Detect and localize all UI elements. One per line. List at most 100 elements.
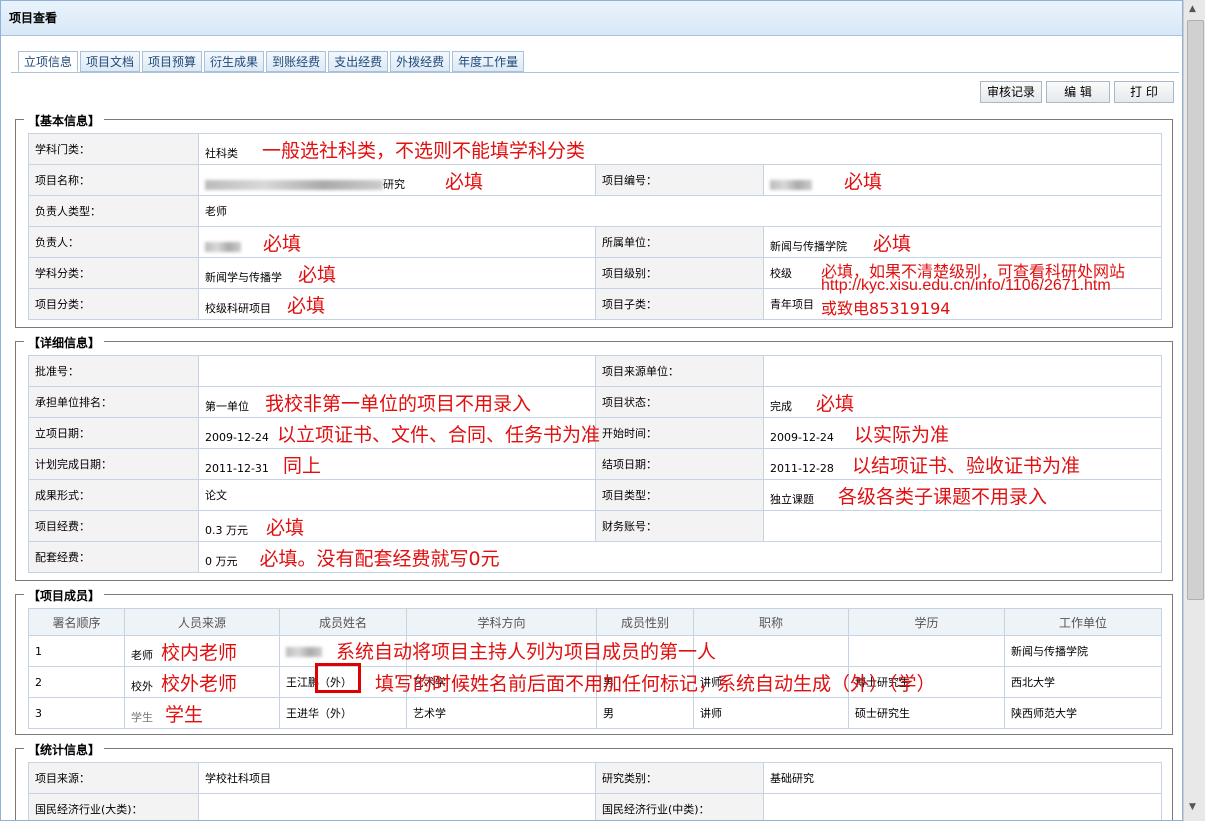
level-note-2: http://kyc.xisu.edu.cn/info/1106/2671.ht… [821, 277, 1111, 294]
project-name-label: 项目名称： [28, 164, 199, 196]
funds-cell: 0.3 万元 必填 [198, 510, 596, 542]
project-no-cell: 必填 [762, 164, 1163, 196]
industry-big-label: 国民经济行业(大类)： [28, 793, 199, 820]
scroll-down-icon[interactable]: ▼ [1189, 802, 1196, 812]
category-label: 项目分类： [28, 288, 199, 320]
member-education: 硕士研究生 [848, 697, 1005, 729]
level-label: 项目级别： [595, 257, 764, 289]
tab-received-funds[interactable]: 到账经费 [266, 51, 327, 72]
member-row2-note: 填写的时候姓名前后面不用加任何标记，系统自动生成（外）（学） [375, 673, 936, 695]
unit-rank-cell: 第一单位 我校非第一单位的项目不用录入 [198, 386, 596, 418]
members-section: 【项目成员】 署名顺序 人员来源 成员姓名 学科方向 成员性别 职称 学历 工作… [15, 587, 1173, 735]
member-name: 王进华（外） [279, 697, 407, 729]
funds-label: 项目经费： [28, 510, 199, 542]
tab-annual-workload[interactable]: 年度工作量 [452, 51, 525, 72]
project-no-label: 项目编号： [595, 164, 764, 196]
stats-section: 【统计信息】 项目来源： 学校社科项目 研究类别： 基础研究 国民经济行业(大类… [15, 741, 1173, 820]
status-label: 项目状态： [595, 386, 764, 418]
plan-end-note: 同上 [282, 454, 321, 477]
tab-allocated-funds[interactable]: 外拨经费 [390, 51, 451, 72]
plan-end-cell: 2011-12-31 同上 [198, 448, 596, 480]
detail-info-section: 【详细信息】 批准号： 项目来源单位： 承担单位排名： 第一单位 我校非第一单位的… [15, 334, 1173, 581]
member-source-cell: 学生 学生 [124, 697, 280, 729]
tab-documents[interactable]: 项目文档 [80, 51, 141, 72]
source-unit-value [763, 355, 1162, 387]
stats-source-value: 学校社科项目 [198, 762, 596, 794]
funds-note: 必填 [266, 516, 305, 539]
setup-date-value: 2009-12-24 [205, 430, 269, 444]
project-name-value: 研究 [383, 177, 405, 191]
status-cell: 完成 必填 [763, 386, 1162, 418]
project-type-cell: 独立课题 各级各类子课题不用录入 [763, 479, 1162, 511]
discipline-category-cell: 社科类 一般选社科类，不选则不能填学科分类 [197, 133, 1163, 165]
member-order: 2 [28, 666, 125, 698]
start-date-label: 开始时间： [595, 417, 764, 449]
category-note: 必填 [287, 294, 326, 317]
member-source: 学生 [131, 710, 153, 724]
project-type-note: 各级各类子课题不用录入 [838, 485, 1048, 508]
setup-date-cell: 2009-12-24 以立项证书、文件、合同、任务书为准 [198, 417, 600, 449]
unit-rank-value: 第一单位 [205, 399, 249, 413]
detail-info-legend: 【详细信息】 [24, 334, 105, 351]
unit-rank-label: 承担单位排名： [28, 386, 199, 418]
subcategory-label: 项目子类： [595, 288, 764, 320]
member-title [693, 635, 849, 667]
edit-button[interactable]: 编 辑 [1046, 81, 1110, 103]
print-button[interactable]: 打 印 [1114, 81, 1174, 103]
end-date-cell: 2011-12-28 以结项证书、验收证书为准 [763, 448, 1162, 480]
window-title: 项目查看 [9, 11, 58, 25]
tab-budget[interactable]: 项目预算 [142, 51, 203, 72]
member-source: 校外 [131, 679, 153, 693]
redacted-leader [205, 241, 241, 252]
member-row1-note: 系统自动将项目主持人列为项目成员的第一人 [336, 641, 717, 663]
source-unit-label: 项目来源单位： [595, 355, 764, 387]
audit-record-button[interactable]: 审核记录 [980, 81, 1042, 103]
category-value: 校级科研项目 [205, 301, 271, 315]
approval-no-value [198, 355, 596, 387]
toolbar: 审核记录 编 辑 打 印 [980, 81, 1174, 103]
col-order: 署名顺序 [28, 608, 125, 636]
detail-info-table: 批准号： 项目来源单位： 承担单位排名： 第一单位 我校非第一单位的项目不用录入 … [28, 355, 1162, 573]
level-note-3: 或致电85319194 [821, 299, 951, 318]
tab-derived-results[interactable]: 衍生成果 [204, 51, 265, 72]
end-date-value: 2011-12-28 [770, 461, 834, 475]
tab-setup-info[interactable]: 立项信息 [18, 51, 79, 72]
project-type-label: 项目类型： [595, 479, 764, 511]
tab-expense-funds[interactable]: 支出经费 [328, 51, 389, 72]
subject-cell: 新闻学与传播学 必填 [198, 257, 596, 289]
member-direction: 艺术学 [406, 697, 597, 729]
unit-note: 必填 [873, 232, 912, 255]
project-type-value: 独立课题 [770, 492, 814, 506]
scrollbar-thumb[interactable] [1187, 20, 1204, 600]
project-view-window: 项目查看 立项信息 项目文档 项目预算 衍生成果 到账经费 支出经费 外拨经费 … [0, 0, 1183, 821]
discipline-category-label: 学科门类： [28, 133, 199, 165]
research-type-label: 研究类别： [595, 762, 764, 794]
member-source: 老师 [131, 648, 153, 662]
unit-rank-note: 我校非第一单位的项目不用录入 [265, 392, 532, 415]
unit-value: 新闻与传播学院 [770, 239, 847, 253]
member-order: 1 [28, 635, 125, 667]
member-work-unit: 新闻与传播学院 [1004, 635, 1162, 667]
member-education [848, 635, 1005, 667]
members-header-row: 署名顺序 人员来源 成员姓名 学科方向 成员性别 职称 学历 工作单位 [28, 608, 1162, 636]
col-title: 职称 [693, 608, 849, 636]
subject-value: 新闻学与传播学 [205, 270, 282, 284]
stats-source-label: 项目来源： [28, 762, 199, 794]
col-work-unit: 工作单位 [1004, 608, 1162, 636]
setup-date-label: 立项日期： [28, 417, 199, 449]
funds-value: 0.3 万元 [205, 523, 248, 537]
leader-note: 必填 [263, 232, 302, 255]
highlight-box [315, 663, 361, 693]
window-titlebar: 项目查看 [1, 1, 1182, 36]
end-date-note: 以结项证书、验收证书为准 [851, 454, 1080, 477]
leader-type-label: 负责人类型： [28, 195, 199, 227]
unit-cell: 新闻与传播学院 必填 [762, 226, 1163, 258]
vertical-scrollbar[interactable]: ▲ ▼ [1183, 0, 1205, 821]
col-direction: 学科方向 [406, 608, 597, 636]
scroll-up-icon[interactable]: ▲ [1189, 4, 1196, 14]
stats-legend: 【统计信息】 [24, 741, 105, 758]
members-legend: 【项目成员】 [24, 587, 105, 604]
approval-no-label: 批准号： [28, 355, 199, 387]
status-note: 必填 [816, 392, 855, 415]
member-source-cell: 老师 校内老师 [124, 635, 280, 667]
